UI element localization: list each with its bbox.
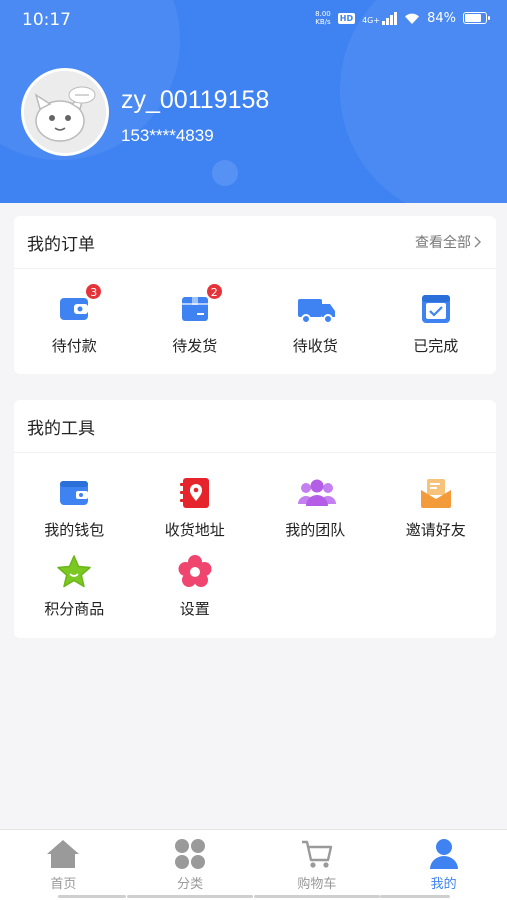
order-pending-shipment[interactable]: 2 待发货 (135, 283, 256, 356)
username: zy_00119158 (121, 86, 270, 114)
tab-mine[interactable]: 我的 (380, 830, 507, 900)
team-icon (297, 475, 337, 511)
status-time: 10:17 (22, 10, 71, 30)
package-box-icon: 2 (177, 283, 223, 327)
wallet-icon: 3 (56, 283, 103, 327)
battery-percent: 84% (427, 10, 456, 26)
tab-underline (58, 895, 126, 898)
tool-wallet[interactable]: 我的钱包 (14, 475, 135, 540)
view-all-orders-link[interactable]: 查看全部 (415, 232, 482, 252)
tool-invite[interactable]: 邀请好友 (376, 475, 497, 540)
phone-number: 153****4839 (121, 126, 214, 145)
order-pending-payment[interactable]: 3 待付款 (14, 283, 135, 356)
envelope-icon (418, 475, 454, 511)
tab-underline (380, 895, 451, 898)
profile-header: 10:17 8.00 KB/s HD 4G+ 84% zy_00119158 1… (0, 0, 507, 203)
settings-flower-icon (177, 554, 213, 590)
tools-card: 我的工具 我的钱包 收货地址 我的团队 邀请好友 积分商品 设置 (14, 400, 496, 638)
star-icon (56, 554, 92, 590)
wallet-icon (56, 475, 92, 511)
tools-title: 我的工具 (27, 418, 95, 439)
orders-header: 我的订单 查看全部 (14, 216, 496, 269)
bottom-tab-bar: 首页 分类 购物车 我的 (0, 829, 507, 900)
delivery-truck-icon (297, 291, 336, 327)
tab-category[interactable]: 分类 (126, 830, 254, 900)
tab-underline (126, 895, 253, 898)
battery-icon (463, 12, 490, 24)
user-icon (429, 839, 458, 869)
cart-icon (301, 840, 333, 868)
network-speed: 8.00 KB/s (315, 10, 331, 26)
orders-title: 我的订单 (27, 234, 95, 255)
tab-underline (253, 895, 380, 898)
tab-cart[interactable]: 购物车 (253, 830, 381, 900)
order-pending-receipt[interactable]: 待收货 (255, 291, 376, 356)
checked-calendar-icon (418, 291, 454, 327)
order-completed[interactable]: 已完成 (376, 291, 497, 356)
tool-points-goods[interactable]: 积分商品 (14, 554, 135, 619)
avatar[interactable] (21, 68, 109, 156)
status-bar: 10:17 8.00 KB/s HD 4G+ 84% (0, 0, 507, 40)
tool-settings[interactable]: 设置 (135, 554, 256, 619)
tool-address[interactable]: 收货地址 (135, 475, 256, 540)
badge-count: 2 (205, 283, 223, 300)
signal-icon: 4G+ (362, 11, 398, 25)
wifi-icon (405, 13, 420, 24)
address-book-icon (177, 475, 213, 511)
chevron-right-icon (474, 236, 481, 248)
hd-icon: HD (337, 12, 356, 24)
decorative-dot (212, 160, 238, 186)
tools-header: 我的工具 (14, 400, 496, 453)
tool-team[interactable]: 我的团队 (255, 475, 376, 540)
badge-count: 3 (85, 283, 103, 300)
tab-home[interactable]: 首页 (0, 830, 127, 900)
category-grid-icon (175, 839, 206, 869)
home-icon (47, 840, 80, 868)
cartoon-cat-avatar-icon (24, 71, 106, 153)
orders-card: 我的订单 查看全部 3 待付款 2 待发货 待收货 已完成 (14, 216, 496, 374)
